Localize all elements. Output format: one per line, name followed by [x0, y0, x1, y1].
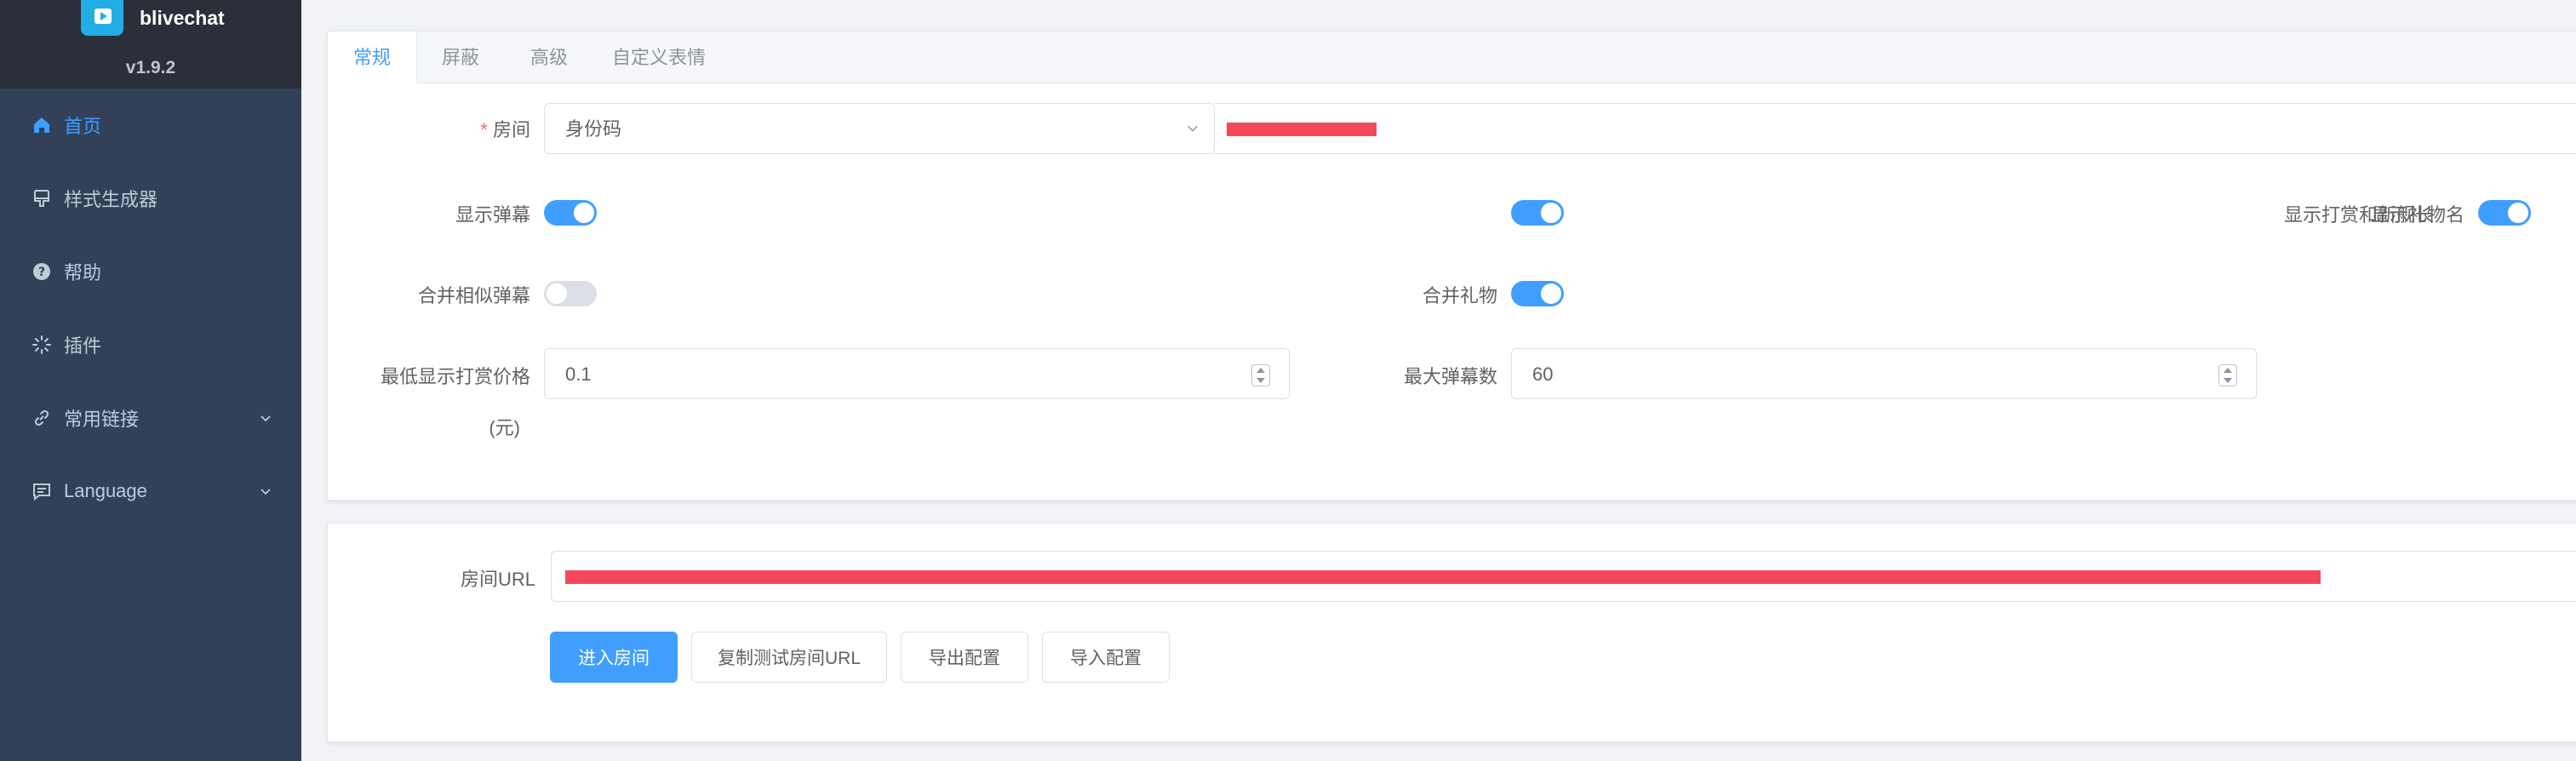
min-price-input[interactable]: 0.1	[544, 348, 1290, 399]
number-stepper-icon[interactable]	[2218, 364, 2237, 386]
sidebar: blivechat v1.9.2 首页 样式生成器 ? 帮助 插件 常用链接 L…	[0, 0, 301, 761]
sidebar-item-links[interactable]: 常用链接	[0, 381, 301, 455]
tab-block[interactable]: 屏蔽	[416, 31, 505, 83]
min-price-value: 0.1	[565, 363, 592, 385]
enter-room-button[interactable]: 进入房间	[550, 632, 678, 683]
copy-test-url-button[interactable]: 复制测试房间URL	[691, 632, 887, 683]
merge-similar-label: 合并相似弹幕	[417, 285, 530, 306]
tab-custom-emotes[interactable]: 自定义表情	[593, 31, 724, 83]
sidebar-item-label: 首页	[64, 116, 102, 137]
svg-text:?: ?	[38, 266, 45, 279]
show-gift-label: 显示打赏和新舰长	[2283, 204, 2434, 226]
sidebar-item-label: 常用链接	[64, 409, 140, 430]
min-price-label: 最低显示打赏价格	[380, 366, 530, 387]
tab-general[interactable]: 常规	[328, 31, 417, 83]
sidebar-item-help[interactable]: ? 帮助	[0, 235, 301, 308]
room-url-label: 房间URL	[460, 569, 535, 590]
show-danmaku-label: 显示弹幕	[455, 204, 530, 226]
show-danmaku-switch[interactable]	[544, 200, 597, 226]
merge-similar-switch[interactable]	[544, 281, 597, 306]
chevron-down-icon	[260, 489, 271, 495]
show-gift-switch[interactable]	[1511, 200, 1564, 226]
plugin-icon	[31, 334, 53, 356]
settings-card: 常规 屏蔽 高级 自定义表情 * 房间 身份码 显示弹幕 显示打赏和新舰长 显示礼…	[327, 31, 2576, 501]
max-danmaku-label: 最大弹幕数	[1403, 366, 1497, 387]
link-icon	[31, 407, 53, 429]
chevron-down-icon	[1188, 125, 1198, 132]
sidebar-item-language[interactable]: Language	[0, 455, 301, 528]
sidebar-item-label: Language	[64, 480, 147, 501]
min-price-unit-label: (元)	[489, 417, 520, 438]
brush-icon	[31, 187, 53, 209]
chevron-down-icon	[260, 415, 271, 422]
import-config-button[interactable]: 导入配置	[1042, 632, 1170, 683]
chat-icon	[31, 480, 53, 502]
redaction-bar	[1227, 123, 1377, 136]
redaction-bar	[565, 570, 2321, 584]
sidebar-item-style-generator[interactable]: 样式生成器	[0, 162, 301, 235]
app-name: blivechat	[140, 7, 225, 29]
brand-header: blivechat v1.9.2	[0, 0, 301, 89]
question-icon: ?	[31, 260, 53, 283]
show-gift-name-label: 显示礼物名	[2371, 204, 2465, 226]
max-danmaku-value: 60	[1532, 363, 1554, 385]
sidebar-item-label: 插件	[64, 335, 102, 357]
settings-tabs: 常规 屏蔽 高级 自定义表情	[328, 31, 2576, 83]
sidebar-item-label: 帮助	[64, 262, 102, 283]
room-label-text: 房间	[492, 119, 530, 140]
sidebar-item-label: 样式生成器	[64, 189, 158, 210]
merge-gift-switch[interactable]	[1511, 281, 1564, 306]
app-version: v1.9.2	[125, 58, 176, 77]
max-danmaku-input[interactable]: 60	[1511, 348, 2257, 399]
merge-gift-label: 合并礼物	[1422, 285, 1497, 306]
home-icon	[31, 114, 53, 136]
blivechat-logo-icon	[81, 0, 123, 36]
show-gift-name-switch[interactable]	[2478, 200, 2531, 226]
sidebar-item-plugins[interactable]: 插件	[0, 308, 301, 381]
export-config-button[interactable]: 导出配置	[901, 632, 1028, 683]
room-type-select[interactable]: 身份码	[544, 103, 1215, 154]
sidebar-item-home[interactable]: 首页	[0, 89, 301, 162]
room-id-input[interactable]	[1215, 103, 2576, 154]
tab-advanced[interactable]: 高级	[505, 31, 593, 83]
required-mark: *	[480, 119, 488, 140]
room-url-input[interactable]	[551, 551, 2576, 602]
room-label: * 房间	[328, 115, 530, 142]
room-type-value: 身份码	[565, 118, 622, 140]
